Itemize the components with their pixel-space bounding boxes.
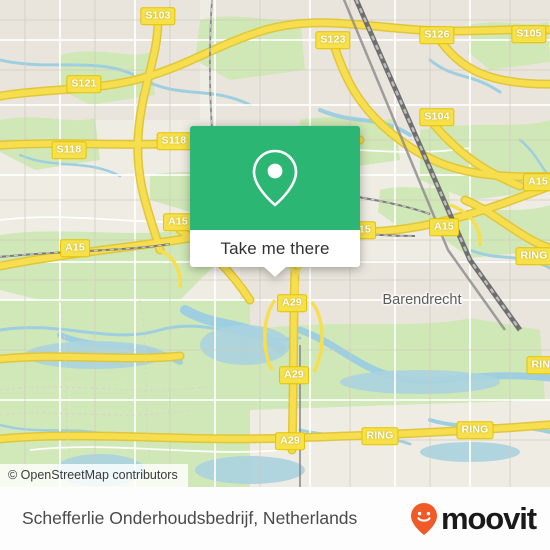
map-pin-icon	[252, 149, 298, 207]
road-shield-ring-c[interactable]: RING	[456, 421, 494, 439]
location-title: Schefferlie Onderhoudsbedrijf, Netherlan…	[22, 508, 358, 528]
osm-attribution[interactable]: © OpenStreetMap contributors	[0, 464, 188, 487]
moovit-smiley-pin-icon	[410, 502, 437, 535]
popup-action-bar[interactable]: Take me there	[190, 230, 360, 277]
footer-content: Schefferlie Onderhoudsbedrijf, Netherlan…	[0, 487, 550, 550]
road-shield-s118-b[interactable]: S118	[51, 141, 87, 159]
road-shield-a15-b[interactable]: A15	[60, 239, 90, 257]
road-shield-s126[interactable]: S126	[419, 26, 455, 44]
page-footer: Schefferlie Onderhoudsbedrijf, Netherlan…	[0, 487, 550, 550]
popup-icon-panel	[190, 126, 360, 230]
road-shield-a15-a[interactable]: A15	[163, 213, 193, 231]
take-me-there-popup[interactable]: Take me there	[190, 126, 360, 277]
road-shield-s104[interactable]: S104	[419, 108, 455, 126]
road-shield-a29-a[interactable]: A29	[277, 294, 307, 312]
map-page: Barendrecht S103 S123 S126 S105 S121 S10…	[0, 0, 550, 550]
road-shield-a15-d[interactable]: A15	[523, 173, 550, 191]
popup-tail	[264, 267, 286, 277]
road-shield-ring-b[interactable]: RING	[361, 427, 399, 445]
road-shield-ring-a[interactable]: RING	[515, 247, 550, 265]
road-shield-s103[interactable]: S103	[140, 7, 176, 25]
road-shield-s118-a[interactable]: S118	[156, 132, 192, 150]
take-me-there-label: Take me there	[220, 238, 330, 258]
place-label-barendrecht: Barendrecht	[382, 292, 462, 308]
road-shield-a15-c[interactable]: A15	[429, 218, 459, 236]
moovit-wordmark: moovit	[440, 501, 537, 536]
road-shield-a29-c[interactable]: A29	[275, 432, 305, 450]
road-shield-s123[interactable]: S123	[315, 31, 351, 49]
road-shield-ring-d[interactable]: RING	[526, 356, 550, 374]
road-shield-s121[interactable]: S121	[66, 75, 102, 93]
road-shield-s105[interactable]: S105	[511, 25, 547, 43]
moovit-logo[interactable]: moovit	[409, 501, 537, 536]
map-viewport[interactable]: Barendrecht S103 S123 S126 S105 S121 S10…	[0, 0, 550, 487]
road-shield-a29-b[interactable]: A29	[279, 366, 309, 384]
